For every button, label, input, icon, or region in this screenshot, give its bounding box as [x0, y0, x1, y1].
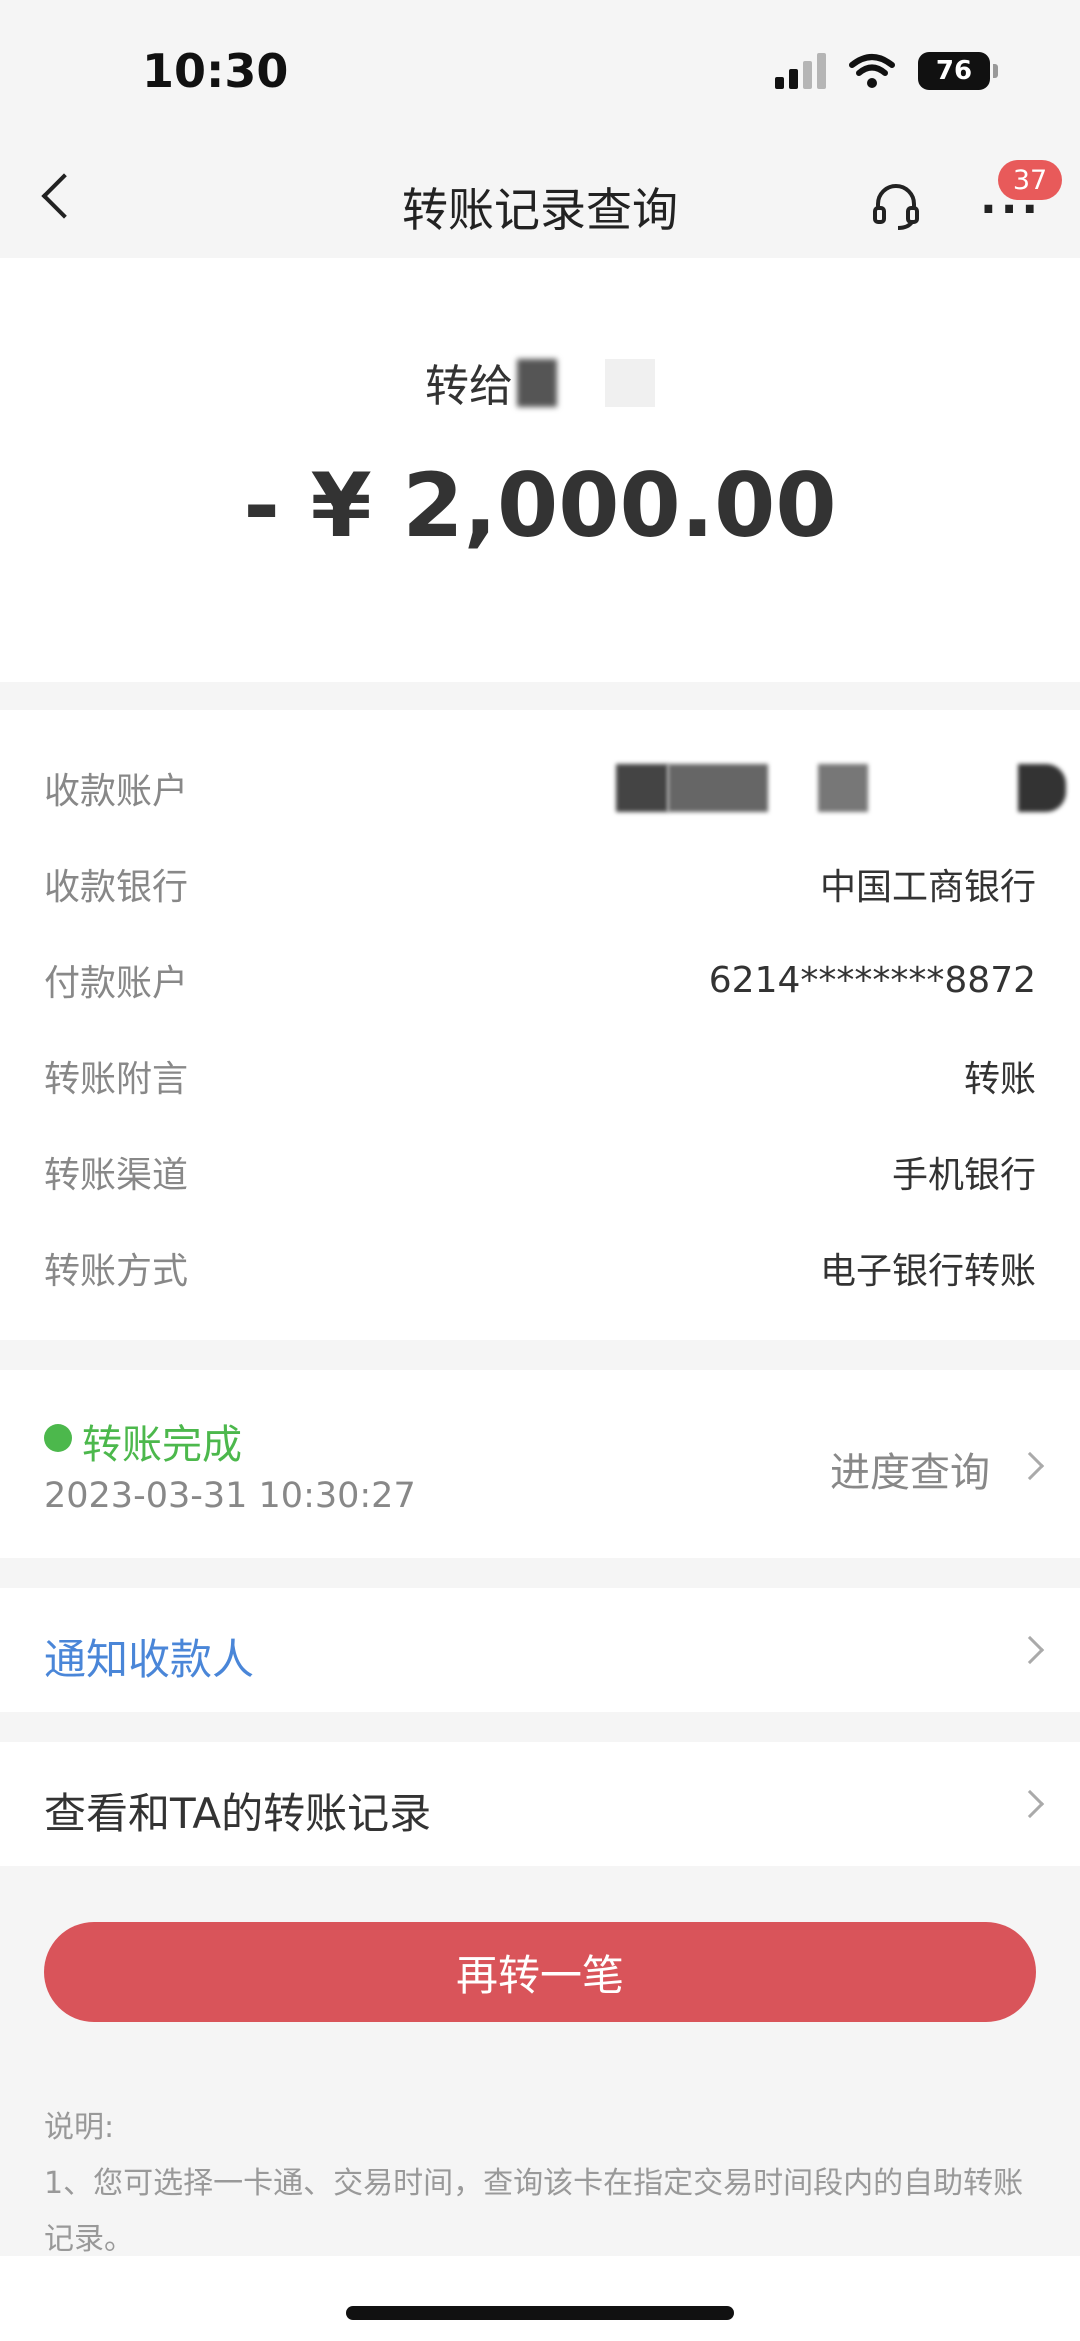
cellular-signal-icon	[775, 53, 826, 89]
detail-label: 转账附言	[44, 1059, 189, 1100]
status-bar: 10:30 76	[0, 0, 1080, 140]
detail-row-payer-account: 付款账户 6214********8872	[44, 950, 1036, 1010]
notification-badge: 37	[998, 160, 1062, 200]
detail-value: 手机银行	[891, 1155, 1036, 1196]
notes-section: 说明: 1、您可选择一卡通、交易时间，查询该卡在指定交易时间段内的自助转账记录。	[44, 2100, 1034, 2268]
nav-bar: 转账记录查询 ··· 37	[0, 140, 1080, 258]
detail-value: 转账	[963, 1059, 1036, 1100]
battery-icon: 76	[918, 52, 998, 90]
notify-payee-row[interactable]: 通知收款人	[0, 1588, 1080, 1712]
progress-query-link[interactable]: 进度查询	[830, 1440, 990, 1498]
transfer-history-row[interactable]: 查看和TA的转账记录	[0, 1742, 1080, 1866]
detail-label: 转账方式	[44, 1251, 189, 1292]
detail-value: 6214********8872	[708, 959, 1036, 1001]
details-card: 收款账户 收款银行 中国工商银行 付款账户 6214********8872 转…	[0, 710, 1080, 1340]
home-indicator-area	[0, 2256, 1080, 2341]
detail-value: 中国工商银行	[819, 867, 1036, 908]
detail-row-channel: 转账渠道 手机银行	[44, 1142, 1036, 1202]
status-time: 10:30	[142, 44, 289, 98]
recipient-line: 转给	[0, 350, 1080, 414]
detail-label: 收款银行	[44, 867, 189, 908]
status-text: 转账完成	[82, 1422, 242, 1468]
detail-label: 收款账户	[44, 771, 189, 812]
detail-row-method: 转账方式 电子银行转账	[44, 1238, 1036, 1298]
detail-row-payee-bank: 收款银行 中国工商银行	[44, 854, 1036, 914]
notes-line-1: 1、您可选择一卡通、交易时间，查询该卡在指定交易时间段内的自助转账记录。	[44, 2166, 1024, 2257]
detail-label: 付款账户	[44, 963, 189, 1004]
detail-value: 电子银行转账	[819, 1251, 1036, 1292]
detail-row-memo: 转账附言 转账	[44, 1046, 1036, 1106]
notes-title: 说明:	[44, 2110, 115, 2145]
detail-label: 转账渠道	[44, 1155, 189, 1196]
notify-payee-label: 通知收款人	[44, 1635, 255, 1684]
chevron-right-icon	[1015, 1789, 1045, 1819]
redacted-recipient-name-2	[605, 359, 655, 407]
transfer-amount: - ¥ 2,000.00	[243, 454, 837, 557]
status-timestamp: 2023-03-31 10:30:27	[44, 1476, 416, 1516]
wifi-icon	[849, 54, 895, 88]
amount-card: 转给 - ¥ 2,000.00	[0, 258, 1080, 682]
redacted-payee-account	[616, 764, 1066, 812]
recipient-prefix: 转给	[425, 361, 513, 412]
chevron-right-icon	[1015, 1451, 1045, 1481]
transfer-again-button[interactable]: 再转一笔	[44, 1922, 1036, 2022]
transfer-history-label: 查看和TA的转账记录	[44, 1789, 432, 1838]
transfer-status-card[interactable]: 转账完成 2023-03-31 10:30:27 进度查询	[0, 1370, 1080, 1558]
chevron-right-icon	[1015, 1635, 1045, 1665]
customer-service-icon[interactable]	[870, 180, 922, 232]
home-indicator[interactable]	[346, 2306, 734, 2320]
redacted-recipient-name	[517, 359, 557, 407]
status-icons: 76	[775, 52, 998, 90]
detail-row-payee-account: 收款账户	[44, 758, 1066, 818]
status-dot-icon	[44, 1424, 72, 1452]
